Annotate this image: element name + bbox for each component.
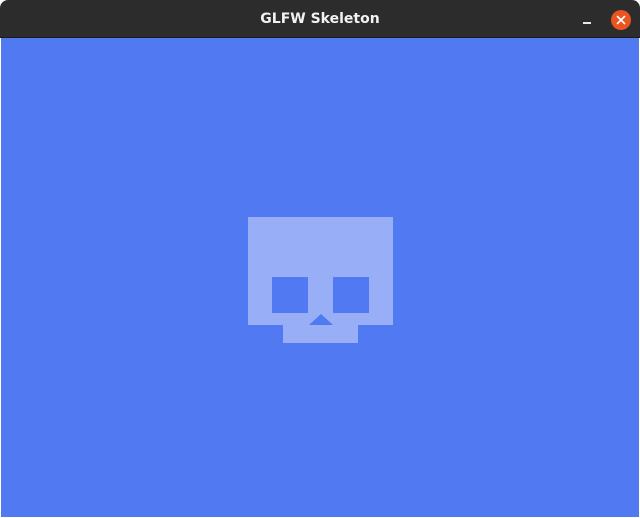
app-window: GLFW Skeleton xyxy=(0,0,640,518)
render-canvas[interactable] xyxy=(1,38,639,517)
close-icon xyxy=(616,15,626,25)
skull-icon xyxy=(248,217,393,343)
window-title: GLFW Skeleton xyxy=(260,11,380,27)
title-bar[interactable]: GLFW Skeleton xyxy=(0,0,640,38)
close-button[interactable] xyxy=(611,10,631,30)
minimize-button[interactable] xyxy=(578,10,596,28)
minimize-icon xyxy=(583,22,591,24)
